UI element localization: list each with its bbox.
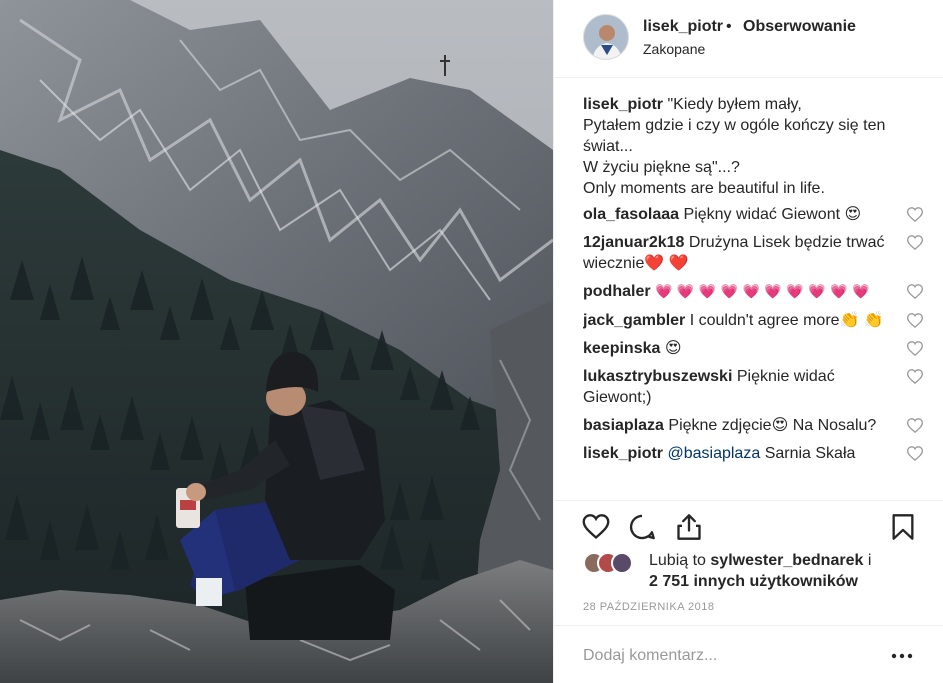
comment-username[interactable]: basiaplaza xyxy=(583,417,664,434)
heart-icon[interactable] xyxy=(907,235,923,250)
heart-icon[interactable] xyxy=(907,284,923,299)
post-photo[interactable] xyxy=(0,0,553,683)
comment-text: Piękne zdjęcie😍 Na Nosalu? xyxy=(668,417,877,434)
comment-text-line: Pytałem gdzie i czy w ogóle kończy się t… xyxy=(583,117,886,134)
comment-text: Sarnia Skała xyxy=(764,445,856,462)
comment-username[interactable]: ola_fasolaaa xyxy=(583,206,679,223)
header-location[interactable]: Zakopane xyxy=(643,41,705,57)
comment-item: basiaplaza Piękne zdjęcie😍 Na Nosalu? xyxy=(583,415,923,436)
comment-text: I couldn't agree more👏 👏 xyxy=(689,312,884,329)
action-bar xyxy=(554,500,943,550)
comment-text-line: Only moments are beautiful in life. xyxy=(583,180,825,197)
heart-icon[interactable] xyxy=(907,418,923,433)
likes-prefix: Lubią to xyxy=(649,552,706,569)
comment-username[interactable]: jack_gambler xyxy=(583,312,685,329)
comment-username[interactable]: lisek_piotr xyxy=(583,96,663,113)
likes-summary: Lubią to sylwester_bednarek i 2 751 inny… xyxy=(583,550,923,594)
comment-item: lukasztrybuszewski Pięknie widać Giewont… xyxy=(583,366,923,408)
heart-icon[interactable] xyxy=(907,446,923,461)
bookmark-icon[interactable] xyxy=(889,513,917,541)
like-heart-icon[interactable] xyxy=(582,513,610,541)
comment-username[interactable]: lukasztrybuszewski xyxy=(583,368,732,385)
comment-username[interactable]: keepinska xyxy=(583,340,660,357)
header-separator: • xyxy=(726,18,732,35)
share-icon[interactable] xyxy=(675,513,703,541)
add-comment-bar: Dodaj komentarz... xyxy=(554,625,943,683)
comment-username[interactable]: lisek_piotr xyxy=(583,445,663,462)
comment-item: 12januar2k18 Drużyna Lisek będzie trwać … xyxy=(583,232,923,274)
post-date[interactable]: 28 PAŹDZIERNIKA 2018 xyxy=(583,601,714,613)
heart-icon[interactable] xyxy=(907,369,923,384)
post-panel: lisek_piotr • Obserwowanie Zakopane lise… xyxy=(553,0,943,683)
add-comment-input[interactable]: Dodaj komentarz... xyxy=(583,647,717,665)
liker-avatar[interactable] xyxy=(611,552,633,574)
more-icon[interactable] xyxy=(890,652,914,660)
comment-text: 😍 xyxy=(664,340,682,357)
comment-item: keepinska 😍 xyxy=(583,338,923,359)
likes-text: Lubią to sylwester_bednarek i 2 751 inny… xyxy=(649,550,929,592)
comment-mention[interactable]: @basiaplaza xyxy=(667,445,760,462)
likes-count-link[interactable]: 2 751 innych użytkowników xyxy=(649,573,858,590)
header-username[interactable]: lisek_piotr xyxy=(643,18,723,36)
comment-item: ola_fasolaaa Piękny widać Giewont 😍 xyxy=(583,204,923,225)
heart-icon[interactable] xyxy=(907,313,923,328)
comment-item: jack_gambler I couldn't agree more👏 👏 xyxy=(583,310,923,331)
comment-text: 💗 💗 💗 💗 💗 💗 💗 💗 💗 💗 xyxy=(655,284,870,300)
heart-icon[interactable] xyxy=(907,207,923,222)
comment-text: Piękny widać Giewont 😍 xyxy=(683,206,862,223)
avatar[interactable] xyxy=(583,14,629,60)
comment-username[interactable]: 12januar2k18 xyxy=(583,234,684,251)
comment-icon[interactable] xyxy=(628,513,656,541)
comment-text: "Kiedy byłem mały, xyxy=(667,96,802,113)
comment-text-line: świat... xyxy=(583,138,633,155)
post-header: lisek_piotr • Obserwowanie Zakopane xyxy=(554,0,943,78)
heart-icon[interactable] xyxy=(907,341,923,356)
likes-user-link[interactable]: sylwester_bednarek xyxy=(710,552,863,569)
follow-status-button[interactable]: Obserwowanie xyxy=(743,18,856,36)
comment-item: lisek_piotr @basiaplaza Sarnia Skała xyxy=(583,443,923,464)
comment-text-line: W życiu piękne są"...? xyxy=(583,159,740,176)
likes-joiner: i xyxy=(867,552,872,569)
comments-list[interactable]: lisek_piotr "Kiedy byłem mały, Pytałem g… xyxy=(583,94,923,500)
comment-username[interactable]: podhaler xyxy=(583,283,651,300)
comment-item: lisek_piotr "Kiedy byłem mały, Pytałem g… xyxy=(583,94,923,199)
comment-item: podhaler 💗 💗 💗 💗 💗 💗 💗 💗 💗 💗 xyxy=(583,281,923,303)
